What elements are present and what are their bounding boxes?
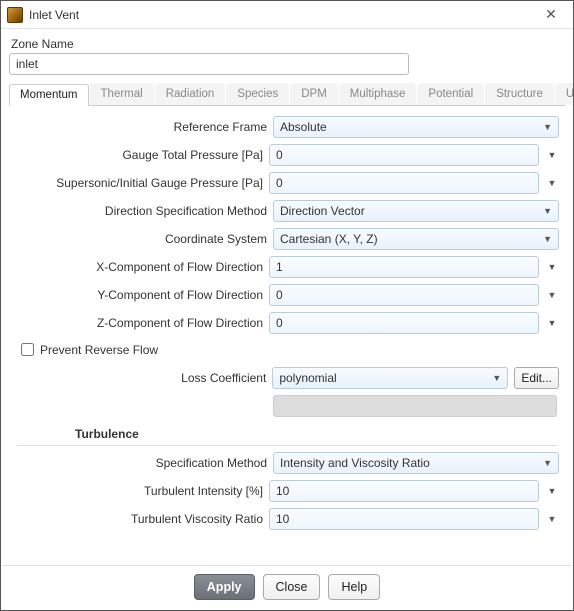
coord-system-label: Coordinate System bbox=[15, 232, 273, 246]
help-button[interactable]: Help bbox=[328, 574, 380, 600]
reference-frame-label: Reference Frame bbox=[15, 120, 273, 134]
supersonic-pressure-label: Supersonic/Initial Gauge Pressure [Pa] bbox=[15, 176, 269, 190]
turb-spec-method-value: Intensity and Viscosity Ratio bbox=[280, 456, 430, 470]
z-component-input[interactable] bbox=[269, 312, 539, 334]
form-area: Reference Frame Absolute ▼ Gauge Total P… bbox=[9, 106, 565, 540]
chevron-down-icon[interactable]: ▼ bbox=[545, 262, 559, 272]
prevent-reverse-label: Prevent Reverse Flow bbox=[40, 343, 158, 357]
app-icon bbox=[7, 7, 23, 23]
loss-coeff-dropdown[interactable]: polynomial ▼ bbox=[272, 367, 508, 389]
chevron-down-icon: ▼ bbox=[543, 206, 552, 216]
coord-system-dropdown[interactable]: Cartesian (X, Y, Z) ▼ bbox=[273, 228, 559, 250]
gauge-total-pressure-label: Gauge Total Pressure [Pa] bbox=[15, 148, 269, 162]
supersonic-pressure-input[interactable] bbox=[269, 172, 539, 194]
prevent-reverse-checkbox[interactable] bbox=[21, 343, 34, 356]
chevron-down-icon[interactable]: ▼ bbox=[545, 486, 559, 496]
direction-method-value: Direction Vector bbox=[280, 204, 365, 218]
apply-button[interactable]: Apply bbox=[194, 574, 255, 600]
tab-momentum[interactable]: Momentum bbox=[9, 84, 89, 106]
close-icon[interactable]: ✕ bbox=[535, 6, 567, 23]
direction-method-label: Direction Specification Method bbox=[15, 204, 273, 218]
turb-spec-method-label: Specification Method bbox=[15, 456, 273, 470]
tab-species[interactable]: Species bbox=[226, 83, 289, 105]
footer-rule bbox=[3, 565, 571, 566]
turb-spec-method-dropdown[interactable]: Intensity and Viscosity Ratio ▼ bbox=[273, 452, 559, 474]
chevron-down-icon[interactable]: ▼ bbox=[545, 290, 559, 300]
chevron-down-icon[interactable]: ▼ bbox=[545, 514, 559, 524]
chevron-down-icon[interactable]: ▼ bbox=[545, 178, 559, 188]
chevron-down-icon: ▼ bbox=[543, 458, 552, 468]
tab-uds[interactable]: UDS bbox=[555, 83, 573, 105]
chevron-down-icon[interactable]: ▼ bbox=[545, 318, 559, 328]
gauge-total-pressure-input[interactable] bbox=[269, 144, 539, 166]
titlebar: Inlet Vent ✕ bbox=[1, 1, 573, 29]
footer: Apply Close Help bbox=[1, 574, 573, 610]
window-title: Inlet Vent bbox=[29, 8, 535, 22]
chevron-down-icon: ▼ bbox=[543, 122, 552, 132]
loss-coeff-label: Loss Coefficient bbox=[15, 371, 272, 385]
tab-radiation[interactable]: Radiation bbox=[155, 83, 226, 105]
x-component-input[interactable] bbox=[269, 256, 539, 278]
close-button[interactable]: Close bbox=[263, 574, 321, 600]
loss-coeff-display bbox=[273, 395, 557, 417]
tab-structure[interactable]: Structure bbox=[485, 83, 554, 105]
coord-system-value: Cartesian (X, Y, Z) bbox=[280, 232, 378, 246]
chevron-down-icon: ▼ bbox=[543, 234, 552, 244]
zone-name-label: Zone Name bbox=[11, 37, 565, 51]
tab-thermal[interactable]: Thermal bbox=[90, 83, 154, 105]
chevron-down-icon: ▼ bbox=[492, 373, 501, 383]
chevron-down-icon[interactable]: ▼ bbox=[545, 150, 559, 160]
y-component-input[interactable] bbox=[269, 284, 539, 306]
tab-potential[interactable]: Potential bbox=[417, 83, 484, 105]
dialog-window: Inlet Vent ✕ Zone Name Momentum Thermal … bbox=[0, 0, 574, 611]
edit-button[interactable]: Edit... bbox=[514, 367, 559, 389]
turb-intensity-label: Turbulent Intensity [%] bbox=[15, 484, 269, 498]
tab-multiphase[interactable]: Multiphase bbox=[339, 83, 417, 105]
direction-method-dropdown[interactable]: Direction Vector ▼ bbox=[273, 200, 559, 222]
x-component-label: X-Component of Flow Direction bbox=[15, 260, 269, 274]
prevent-reverse-row[interactable]: Prevent Reverse Flow bbox=[17, 340, 559, 359]
content-area: Zone Name Momentum Thermal Radiation Spe… bbox=[1, 29, 573, 557]
turbulence-title: Turbulence bbox=[75, 427, 559, 441]
y-component-label: Y-Component of Flow Direction bbox=[15, 288, 269, 302]
reference-frame-dropdown[interactable]: Absolute ▼ bbox=[273, 116, 559, 138]
turb-viscosity-label: Turbulent Viscosity Ratio bbox=[15, 512, 269, 526]
turbulence-rule bbox=[17, 445, 557, 446]
tab-bar: Momentum Thermal Radiation Species DPM M… bbox=[9, 83, 565, 106]
z-component-label: Z-Component of Flow Direction bbox=[15, 316, 269, 330]
reference-frame-value: Absolute bbox=[280, 120, 327, 134]
loss-coeff-value: polynomial bbox=[279, 371, 336, 385]
tab-dpm[interactable]: DPM bbox=[290, 83, 338, 105]
turb-intensity-input[interactable] bbox=[269, 480, 539, 502]
turb-viscosity-input[interactable] bbox=[269, 508, 539, 530]
zone-name-input[interactable] bbox=[9, 53, 409, 75]
